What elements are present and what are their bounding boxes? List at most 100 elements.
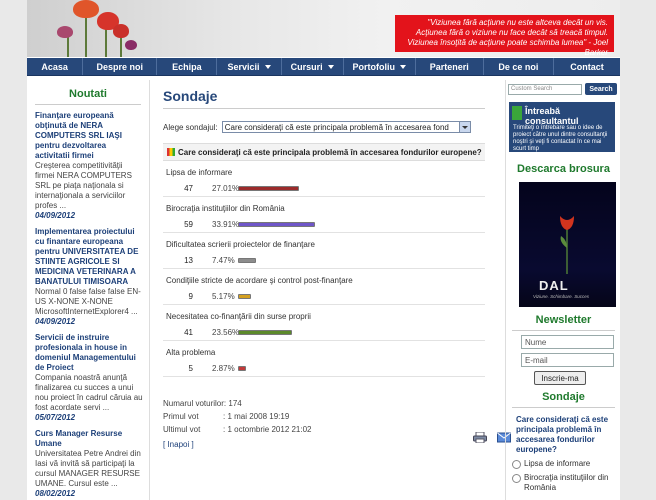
poll-select-label: Alege sondajul: [163,122,218,132]
poll-sidebar-option-label: Birocraţia instituţiilor din România [524,473,609,492]
email-field[interactable]: E-mail [521,353,614,367]
tulip-icon [560,216,574,274]
quote-line: "Viziunea fără acţiune nu este altceva d… [427,18,608,27]
poll-option-label: Condiţiile stricte de acordare şi contro… [166,276,353,285]
search-button[interactable]: Search [585,83,617,95]
first-vote-value: : 1 mai 2008 19:19 [223,412,290,421]
nav-parteneri[interactable]: Parteneri [416,58,484,75]
poll-option-label: Alta problema [166,348,216,357]
news-item-title[interactable]: Implementarea proiectului cu finantare e… [35,227,143,287]
newsletter-form: Nume E-mail Inscrie-ma [521,335,620,385]
flower-icon [113,24,129,38]
nav-portofoliu[interactable]: Portofoliu [344,58,416,75]
poll-option-votes: 13 [184,256,193,265]
news-item-date: 04/09/2012 [35,317,76,326]
news-item: Implementarea proiectului cu finantare e… [35,227,143,326]
first-vote-label: Primul vot [163,412,199,421]
brochure-image[interactable]: DAL Viziune. Schimbare. Succes [519,182,616,307]
poll-option-bar [238,186,299,191]
poll-option-percent: 7.47% [212,256,235,265]
subscribe-button[interactable]: Inscrie-ma [534,371,586,385]
back-link[interactable]: [ Inapoi ] [163,440,194,449]
poll-option-label: Birocraţia instituţiilor din România [166,204,285,213]
chevron-down-icon [400,64,406,69]
poll-option-bar [238,222,315,227]
newsletter-title: Newsletter [535,314,592,326]
last-vote-value: : 1 octombrie 2012 21:02 [223,425,312,434]
poll-option-bar [238,330,292,335]
news-item-title[interactable]: Finanţare europeană obţinută de NERA COM… [35,111,143,161]
divider [512,407,615,408]
header-banner: "Viziunea fără acţiune nu este altceva d… [27,0,620,57]
nav-cursuri[interactable]: Cursuri [282,58,344,75]
nav-acasa[interactable]: Acasa [27,58,84,75]
poll-sidebar-option[interactable]: Lipsa de informare [512,459,616,469]
chevron-down-icon [327,64,334,69]
page: "Viziunea fără acţiune nu este altceva d… [27,0,620,500]
flower-icon [57,26,73,38]
poll-option-percent: 33.91% [212,220,240,229]
ask-consultant-banner[interactable]: Întreabă consultantul Trimiteţi o întreb… [509,102,615,152]
search-placeholder: Custom Search [511,86,553,92]
poll-result-row: Dificultatea scrierii proiectelor de fin… [163,233,485,269]
poll-option-votes: 47 [184,184,193,193]
poll-select-row: Alege sondajul: Care considerați că este… [163,121,487,133]
news-item-body: Compania noastră anunţă finalizarea cu s… [35,373,143,412]
brochure-logo: DAL [539,278,569,293]
poll-option-votes: 5 [188,364,193,373]
poll-option-percent: 5.17% [212,292,235,301]
quote-line: Viziunea însoţită de acţiune poate schim… [407,38,608,57]
google-search: Custom Search Search [508,83,620,95]
poll-result-row: Necesitatea co-finanţării din surse prop… [163,305,485,341]
nav-echipa[interactable]: Echipa [157,58,218,75]
poll-select[interactable]: Care considerați că este principala prob… [221,121,471,133]
nav-contact[interactable]: Contact [554,58,620,75]
news-item-title[interactable]: Curs Manager Resurse Umane [35,429,143,449]
search-input[interactable]: Custom Search [508,83,582,95]
radio-button[interactable] [512,474,521,483]
news-item-title[interactable]: Servicii de instruire profesionala in ho… [35,333,143,373]
print-icon[interactable] [473,432,487,443]
radio-button[interactable] [512,460,521,469]
poll-sidebar-title: Sondaje [542,391,585,403]
poll-stats: Numarul voturilor: 174 Primul vot: 1 mai… [163,397,487,436]
brochure-tagline: Viziune. Schimbare. Succes [533,294,589,299]
email-placeholder: E-mail [525,355,548,365]
poll-option-votes: 59 [184,220,193,229]
news-item-date: 05/07/2012 [35,413,76,422]
news-item-date: 08/02/2012 [35,489,76,498]
poll-option-label: Dificultatea scrierii proiectelor de fin… [166,240,315,249]
consult-title: Întreabă consultantul [525,106,579,126]
consult-body: Trimiteţi o întrebare sau o idee de proi… [513,125,608,152]
divider [35,104,141,105]
flower-icon [73,0,99,18]
nav-de-ce-noi[interactable]: De ce noi [484,58,554,75]
nav-servicii[interactable]: Servicii [217,58,282,75]
poll-sidebar-question: Care consideraţi că este principala prob… [516,415,609,454]
poll-option-bar [238,258,256,263]
brochure-title: Descarca brosura [517,163,610,175]
poll-option-votes: 9 [188,292,193,301]
poll-option-label: Necesitatea co-finanţării din surse prop… [166,312,311,321]
poll-option-votes: 41 [184,328,193,337]
poll-results: Lipsa de informare 47 27.01% Birocraţia i… [157,161,487,377]
poll-sidebar-option-label: Lipsa de informare [524,459,591,468]
poll-option-bar [238,294,251,299]
main-nav: Acasa Despre noi Echipa Servicii Cursuri… [27,58,620,76]
news-item: Curs Manager Resurse Umane Universitatea… [35,429,143,498]
poll-option-percent: 23.56% [212,328,240,337]
name-placeholder: Nume [525,337,547,347]
divider [512,330,615,331]
poll-sidebar-option[interactable]: Birocraţia instituţiilor din România [512,473,616,493]
question-icon [512,106,522,120]
page-title: Sondaje [163,88,218,104]
chevron-down-icon[interactable] [458,122,470,132]
quote-line: Acţiunea fără o viziune nu face decât să… [415,28,608,37]
poll-select-value: Care considerați că este principala prob… [224,122,449,132]
poll-result-row: Condiţiile stricte de acordare şi contro… [163,269,485,305]
last-vote-label: Ultimul vot [163,425,201,434]
name-field[interactable]: Nume [521,335,614,349]
divider [163,108,485,109]
nav-despre-noi[interactable]: Despre noi [83,58,158,75]
poll-icon [167,148,175,156]
